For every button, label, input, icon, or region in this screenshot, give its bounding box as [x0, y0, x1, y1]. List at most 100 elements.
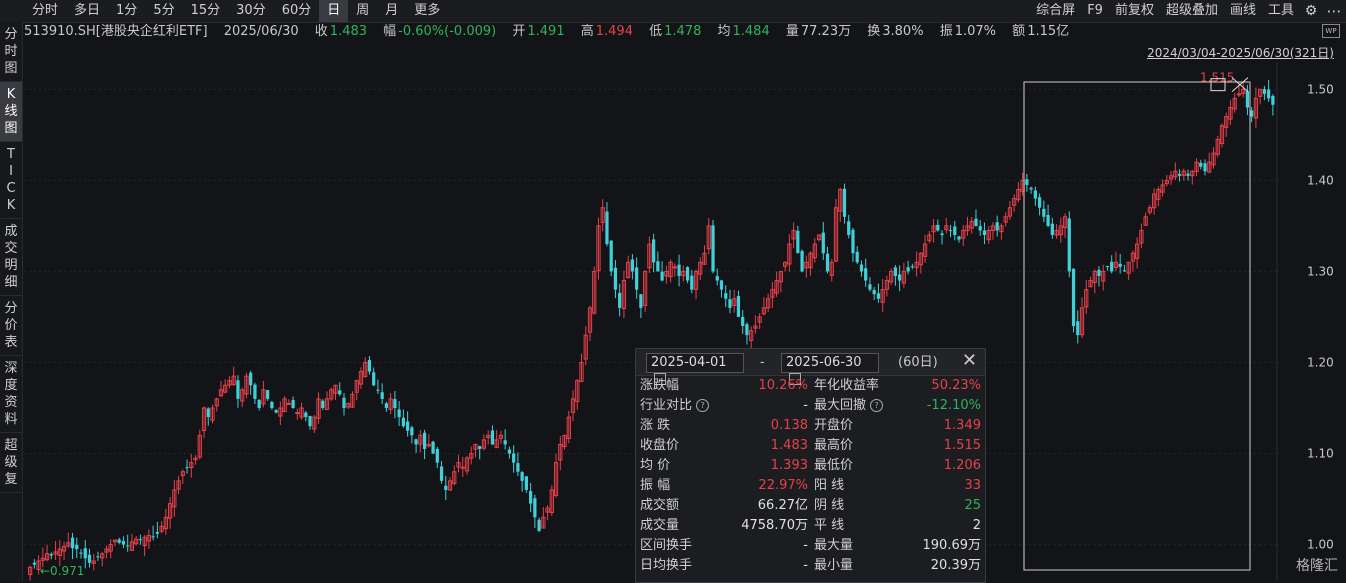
candle-body — [367, 359, 372, 372]
side-tab-4[interactable]: 分价表 — [0, 296, 22, 356]
candle-body — [618, 292, 622, 308]
side-tab-0[interactable]: 分时图 — [0, 22, 22, 82]
candle-body — [270, 401, 274, 408]
candle-body — [1097, 269, 1101, 276]
end-date-input[interactable]: 2025-06-30 — [781, 353, 879, 385]
tab-5[interactable]: 30分 — [228, 0, 274, 22]
side-tab-5[interactable]: 深度资料 — [0, 356, 22, 433]
candle-body — [1076, 321, 1080, 336]
candle-body — [859, 264, 864, 272]
gear-icon[interactable]: ⚙ — [1300, 3, 1322, 19]
candle-body — [533, 498, 537, 518]
side-tab-3[interactable]: 成交明细 — [0, 219, 22, 296]
candle-body — [257, 399, 261, 408]
panel-rows: 涨跌幅 10.26% 年化收益率 50.23% 行业对比 ? - 最大回撤 ? -12.10%… — [636, 376, 985, 576]
candle-body — [796, 230, 800, 254]
candle-body — [75, 544, 79, 550]
candle-body — [138, 539, 143, 541]
help-icon[interactable]: ? — [870, 399, 884, 412]
candle-body — [724, 293, 728, 299]
tool-2[interactable]: 前复权 — [1109, 0, 1160, 22]
stat-label: 涨 跌 — [640, 418, 671, 433]
candle-body — [741, 316, 745, 327]
candle-body — [249, 372, 253, 386]
wp-icon[interactable]: WP — [1322, 24, 1340, 38]
tab-4[interactable]: 15分 — [183, 0, 229, 22]
tool-3[interactable]: 超级叠加 — [1160, 0, 1224, 22]
tool-0[interactable]: 综合屏 — [1030, 0, 1081, 22]
stat-value: - — [803, 538, 808, 553]
candle-body — [851, 229, 855, 254]
start-date-input[interactable]: 2025-04-01 — [646, 353, 744, 385]
more-icon[interactable]: ⋯ — [1322, 2, 1346, 20]
tab-7[interactable]: 日 — [319, 0, 349, 22]
side-tab-1[interactable]: K线图 — [0, 82, 22, 142]
candle-body — [1122, 270, 1127, 272]
candle-body — [512, 453, 516, 463]
tab-9[interactable]: 月 — [377, 0, 406, 22]
quote-date: 2025/06/30 — [223, 24, 299, 39]
stats-row: 成交额 66.27亿阴 线 25 — [636, 496, 985, 516]
stat-value: 0.138 — [770, 418, 808, 433]
candle-body — [711, 225, 715, 272]
candle-body — [876, 293, 881, 299]
candle-body — [185, 467, 189, 469]
stat-label: 振 幅 — [640, 478, 671, 493]
candle-body — [291, 400, 295, 408]
stat-value: - — [803, 558, 808, 573]
candle-body — [1177, 173, 1182, 176]
candle-body — [422, 432, 427, 449]
candle-body — [1105, 266, 1110, 268]
side-tab-6[interactable]: 超级复 — [0, 433, 22, 493]
tab-0[interactable]: 分时 — [24, 0, 66, 22]
stats-row: 涨跌幅 10.26% 年化收益率 50.23% — [636, 376, 985, 396]
tool-4[interactable]: 画线 — [1224, 0, 1262, 22]
avg-value: 1.484 — [732, 24, 770, 39]
tool-1[interactable]: F9 — [1081, 0, 1109, 22]
high-marker: 1.515 — [1200, 71, 1234, 85]
candle-body — [1267, 89, 1271, 99]
stat-value: 1.206 — [943, 458, 981, 473]
candle-body — [117, 539, 121, 543]
low-marker: ←0.971 — [40, 564, 84, 578]
tab-10[interactable]: 更多 — [406, 0, 448, 22]
tab-2[interactable]: 1分 — [108, 0, 145, 22]
candle-body — [906, 267, 910, 272]
help-icon[interactable]: ? — [696, 399, 710, 412]
candle-body — [685, 267, 690, 281]
candle-body — [444, 485, 448, 490]
candle-body — [1199, 162, 1203, 167]
stat-label: 涨跌幅 — [640, 378, 680, 393]
candle-body — [516, 463, 520, 472]
date-range-label[interactable]: 2024/03/04-2025/06/30(321日) — [1147, 44, 1334, 61]
stats-row: 涨 跌 0.138 开盘价 1.349 — [636, 416, 985, 436]
candle-body — [431, 441, 435, 454]
candle-body — [1245, 91, 1250, 108]
stats-row: 收盘价 1.483 最高价 1.515 — [636, 436, 985, 456]
stats-row: 行业对比 ? - 最大回撤 ? -12.10% — [636, 396, 985, 416]
candle-body — [266, 390, 270, 399]
vol-label: 量 — [785, 24, 799, 39]
stat-value: 10.26% — [758, 378, 808, 393]
tab-8[interactable]: 周 — [348, 0, 377, 22]
candle-body — [401, 417, 405, 427]
tab-3[interactable]: 5分 — [145, 0, 182, 22]
candle-body — [605, 211, 609, 245]
tab-6[interactable]: 60分 — [274, 0, 320, 22]
tool-5[interactable]: 工具 — [1262, 0, 1300, 22]
tab-1[interactable]: 多日 — [66, 0, 108, 22]
stat-value: 2 — [972, 518, 981, 533]
side-tab-2[interactable]: TICK — [0, 142, 22, 219]
candle-body — [893, 267, 898, 276]
candle-body — [1033, 190, 1037, 199]
candle-body — [295, 412, 300, 415]
stat-label: 成交量 — [640, 518, 680, 533]
stat-value: 4758.70万 — [741, 518, 808, 533]
stats-row: 均 价 1.393 最低价 1.206 — [636, 456, 985, 476]
stat-label: 收盘价 — [640, 438, 680, 453]
close-icon[interactable]: ✕ — [962, 351, 977, 371]
candle-body — [79, 552, 83, 554]
high-label: 高 — [580, 24, 594, 39]
chg-label: 幅 — [383, 24, 397, 39]
start-date-text: 2025-04-01 — [651, 355, 727, 370]
